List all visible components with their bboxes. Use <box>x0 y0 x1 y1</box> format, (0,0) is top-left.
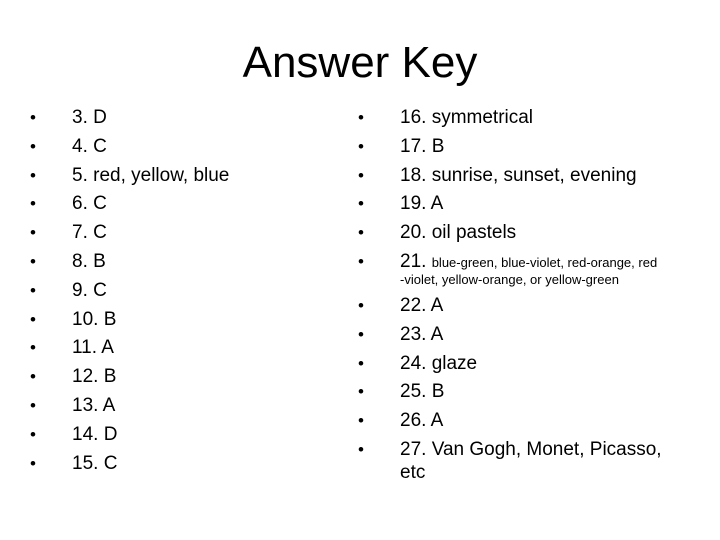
left-answer-list: • 3. D • 4. C • 5. red, yellow, blue • 6. C … <box>30 104 229 479</box>
list-item: • 12. B <box>30 363 229 392</box>
list-item: • 3. D <box>30 104 229 133</box>
list-item: • 4. C <box>30 133 229 162</box>
list-item: • 19. A <box>358 190 657 219</box>
page-title: Answer Key <box>242 38 478 87</box>
bullet-icon: • <box>30 108 36 127</box>
bullet-icon: • <box>30 367 36 387</box>
bullet-icon: • <box>30 424 36 444</box>
bullet-icon: • <box>358 251 364 271</box>
list-item: • 20. oil pastels <box>358 219 657 248</box>
bullet-icon: • <box>30 309 36 329</box>
list-item: • 6. C <box>30 190 229 219</box>
list-item: • 9. C <box>30 277 229 306</box>
list-item: • 25. B <box>358 378 662 407</box>
list-item: • 27. Van Gogh, Monet, Picasso, <box>358 436 662 465</box>
bullet-icon: • <box>358 353 364 373</box>
bullet-icon: • <box>30 165 36 185</box>
list-item: • 15. C <box>30 450 229 479</box>
bullet-icon: • <box>358 108 364 127</box>
bullet-icon: • <box>358 411 364 431</box>
bullet-icon: • <box>358 324 364 344</box>
bullet-icon: • <box>358 223 364 243</box>
list-item: • 11. A <box>30 334 229 363</box>
right-answer-list-2: • 22. A • 23. A • 24. glaze • 25. B • 26. A •… <box>358 292 662 465</box>
bullet-icon: • <box>30 223 36 243</box>
bullet-icon: • <box>358 382 364 402</box>
list-item: • 8. B <box>30 248 229 277</box>
bullet-icon: • <box>358 136 364 156</box>
list-item: • 17. B <box>358 133 657 162</box>
item-21-continuation: -violet, yellow-orange, or yellow-green <box>400 272 619 287</box>
list-item: • 16. symmetrical <box>358 104 657 133</box>
bullet-icon: • <box>30 280 36 300</box>
bullet-icon: • <box>30 136 36 156</box>
list-item: • 7. C <box>30 219 229 248</box>
list-item: • 5. red, yellow, blue <box>30 162 229 191</box>
bullet-icon: • <box>30 338 36 358</box>
right-answer-list: • 16. symmetrical • 17. B • 18. sunrise, su… <box>358 104 657 277</box>
bullet-icon: • <box>358 194 364 214</box>
bullet-icon: • <box>358 296 364 315</box>
list-item: • 14. D <box>30 421 229 450</box>
bullet-icon: • <box>30 453 36 473</box>
list-item: • 13. A <box>30 392 229 421</box>
item-27-continuation: etc <box>400 462 426 483</box>
list-item: • 22. A <box>358 292 662 321</box>
list-item: • 24. glaze <box>358 350 662 379</box>
list-item: • 26. A <box>358 407 662 436</box>
bullet-icon: • <box>30 251 36 271</box>
bullet-icon: • <box>358 439 364 459</box>
bullet-icon: • <box>30 194 36 214</box>
bullet-icon: • <box>358 165 364 185</box>
list-item: • 10. B <box>30 306 229 335</box>
bullet-icon: • <box>30 395 36 415</box>
list-item: • 23. A <box>358 321 662 350</box>
list-item: • 18. sunrise, sunset, evening <box>358 162 657 191</box>
